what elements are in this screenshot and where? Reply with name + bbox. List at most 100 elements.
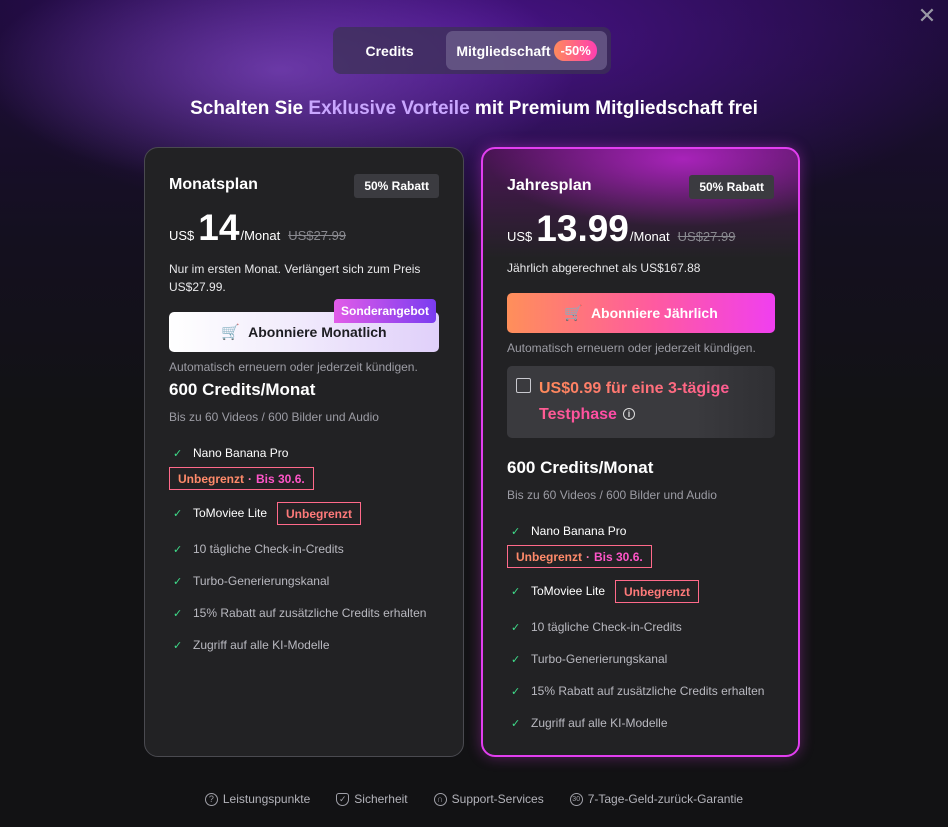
- check-icon: ✓: [511, 621, 521, 634]
- unlimited-tag: Unbegrenzt: [277, 502, 361, 525]
- feature-label: Nano Banana Pro: [193, 446, 289, 460]
- plan-title: Monatsplan: [169, 176, 258, 193]
- headset-icon: ∩: [433, 792, 447, 806]
- feature-item: ✓ Turbo-Generierungskanal: [511, 652, 667, 666]
- tag-separator: ·: [586, 549, 590, 564]
- subscribe-yearly-button[interactable]: 🛒 Abonniere Jährlich: [507, 293, 775, 333]
- price-period: /Monat: [629, 229, 670, 244]
- feature-label: Nano Banana Pro: [531, 524, 627, 538]
- button-label: Abonniere Jährlich: [590, 305, 718, 321]
- footer-label: Leistungspunkte: [222, 792, 311, 806]
- feature-item: ✓ ToMoviee Lite: [173, 506, 267, 520]
- renewal-note: Nur im ersten Monat. Verlängert sich zum…: [169, 262, 421, 294]
- feature-label: Zugriff auf alle KI-Modelle: [193, 638, 330, 652]
- discount-label: 50% Rabatt: [354, 174, 439, 198]
- price: 14: [198, 207, 240, 248]
- feature-label: 15% Rabatt auf zusätzliche Credits erhal…: [531, 684, 765, 698]
- currency: US$: [169, 228, 195, 243]
- check-icon: ✓: [173, 575, 183, 588]
- check-icon: ✓: [173, 507, 183, 520]
- tab-membership[interactable]: Mitgliedschaft -50%: [446, 31, 607, 70]
- footer-link-credits[interactable]: ? Leistungspunkte: [204, 792, 311, 806]
- footer-label: Sicherheit: [354, 792, 408, 806]
- price-row: US$ 14 /Monat US$27.99: [169, 208, 346, 248]
- feature-item: ✓ Turbo-Generierungskanal: [173, 574, 329, 588]
- credits-subtitle: Bis zu 60 Videos / 600 Bilder und Audio: [169, 410, 379, 424]
- feature-label: ToMoviee Lite: [193, 506, 268, 520]
- feature-item: ✓ Nano Banana Pro: [173, 446, 288, 460]
- feature-label: Zugriff auf alle KI-Modelle: [531, 716, 668, 730]
- tag-until: Bis 30.6.: [256, 471, 305, 486]
- tag-separator: ·: [248, 471, 252, 486]
- feature-label: 10 tägliche Check-in-Credits: [531, 620, 682, 634]
- footer-link-guarantee[interactable]: 30 7-Tage-Geld-zurück-Garantie: [569, 792, 744, 806]
- shield-icon: ✓: [336, 792, 350, 806]
- yearly-plan-card: Jahresplan 50% Rabatt US$ 13.99 /Monat U…: [481, 147, 800, 757]
- billing-note: Jährlich abgerechnet als US$167.88: [507, 261, 701, 275]
- feature-item: ✓ 15% Rabatt auf zusätzliche Credits erha…: [173, 606, 426, 620]
- footer-label: Support-Services: [451, 792, 544, 806]
- check-icon: ✓: [511, 653, 521, 666]
- tab-membership-label: Mitgliedschaft: [456, 42, 551, 59]
- tab-credits[interactable]: Credits: [337, 31, 442, 70]
- tag-unlimited: Unbegrenzt: [178, 471, 244, 486]
- check-icon: ✓: [173, 607, 183, 620]
- money-back-icon: 30: [569, 792, 583, 806]
- footer-link-security[interactable]: ✓ Sicherheit: [336, 792, 408, 806]
- credits-title: 600 Credits/Monat: [507, 458, 654, 477]
- feature-label: ToMoviee Lite: [531, 584, 606, 598]
- plan-type-tabs: Credits Mitgliedschaft -50%: [333, 27, 611, 74]
- feature-label: Turbo-Generierungskanal: [193, 574, 330, 588]
- check-icon: ✓: [511, 717, 521, 730]
- feature-label: 15% Rabatt auf zusätzliche Credits erhal…: [193, 606, 427, 620]
- feature-item: ✓ Nano Banana Pro: [511, 524, 626, 538]
- price: 13.99: [536, 208, 629, 249]
- info-icon[interactable]: i: [622, 408, 635, 420]
- auto-renew-text: Automatisch erneuern oder jederzeit künd…: [169, 360, 418, 374]
- unlimited-tag: Unbegrenzt: [615, 580, 699, 603]
- old-price: US$27.99: [288, 228, 347, 243]
- special-offer-badge: Sonderangebot: [334, 299, 437, 323]
- footer-label: 7-Tage-Geld-zurück-Garantie: [587, 792, 744, 806]
- discount-badge: -50%: [554, 40, 597, 61]
- headline-post: mit Premium Mitgliedschaft frei: [469, 98, 758, 119]
- feature-item: ✓ Zugriff auf alle KI-Modelle: [173, 638, 330, 652]
- feature-item: ✓ Zugriff auf alle KI-Modelle: [511, 716, 668, 730]
- old-price: US$27.99: [677, 229, 736, 244]
- trial-option[interactable]: US$0.99 für eine 3-tägige Testphase i: [507, 366, 775, 438]
- footer-link-support[interactable]: ∩ Support-Services: [433, 792, 544, 806]
- feature-label: Turbo-Generierungskanal: [531, 652, 668, 666]
- feature-item: ✓ 10 tägliche Check-in-Credits: [173, 542, 344, 556]
- check-icon: ✓: [511, 685, 521, 698]
- trial-checkbox[interactable]: [516, 378, 531, 393]
- check-icon: ✓: [173, 543, 183, 556]
- check-icon: ✓: [511, 525, 521, 538]
- unlimited-until-tag: Unbegrenzt · Bis 30.6.: [507, 545, 652, 568]
- credits-title: 600 Credits/Monat: [169, 380, 316, 399]
- headline-pre: Schalten Sie: [190, 98, 309, 119]
- check-icon: ✓: [173, 639, 183, 652]
- price-period: /Monat: [240, 228, 281, 243]
- currency: US$: [507, 229, 533, 244]
- feature-item: ✓ 15% Rabatt auf zusätzliche Credits erha…: [511, 684, 764, 698]
- monthly-plan-card: Monatsplan 50% Rabatt US$ 14 /Monat US$2…: [144, 147, 464, 757]
- feature-item: ✓ ToMoviee Lite: [511, 584, 605, 598]
- discount-label: 50% Rabatt: [689, 175, 774, 199]
- button-label: Abonniere Monatlich: [248, 324, 387, 340]
- close-icon[interactable]: ✕: [916, 5, 938, 28]
- auto-renew-text: Automatisch erneuern oder jederzeit künd…: [507, 341, 756, 355]
- unlimited-until-tag: Unbegrenzt · Bis 30.6.: [169, 467, 314, 490]
- page-title: Schalten Sie Exklusive Vorteile mit Prem…: [0, 98, 948, 120]
- question-icon: ?: [204, 792, 218, 806]
- price-row: US$ 13.99 /Monat US$27.99: [507, 209, 735, 249]
- cart-icon: 🛒: [221, 324, 241, 341]
- headline-highlight: Exklusive Vorteile: [308, 98, 470, 119]
- tag-unlimited: Unbegrenzt: [516, 549, 582, 564]
- check-icon: ✓: [511, 585, 521, 598]
- credits-subtitle: Bis zu 60 Videos / 600 Bilder und Audio: [507, 488, 717, 502]
- footer-links: ? Leistungspunkte ✓ Sicherheit ∩ Support…: [0, 792, 948, 806]
- feature-item: ✓ 10 tägliche Check-in-Credits: [511, 620, 682, 634]
- check-icon: ✓: [173, 447, 183, 460]
- plan-title: Jahresplan: [507, 177, 592, 194]
- cart-icon: 🛒: [564, 305, 583, 322]
